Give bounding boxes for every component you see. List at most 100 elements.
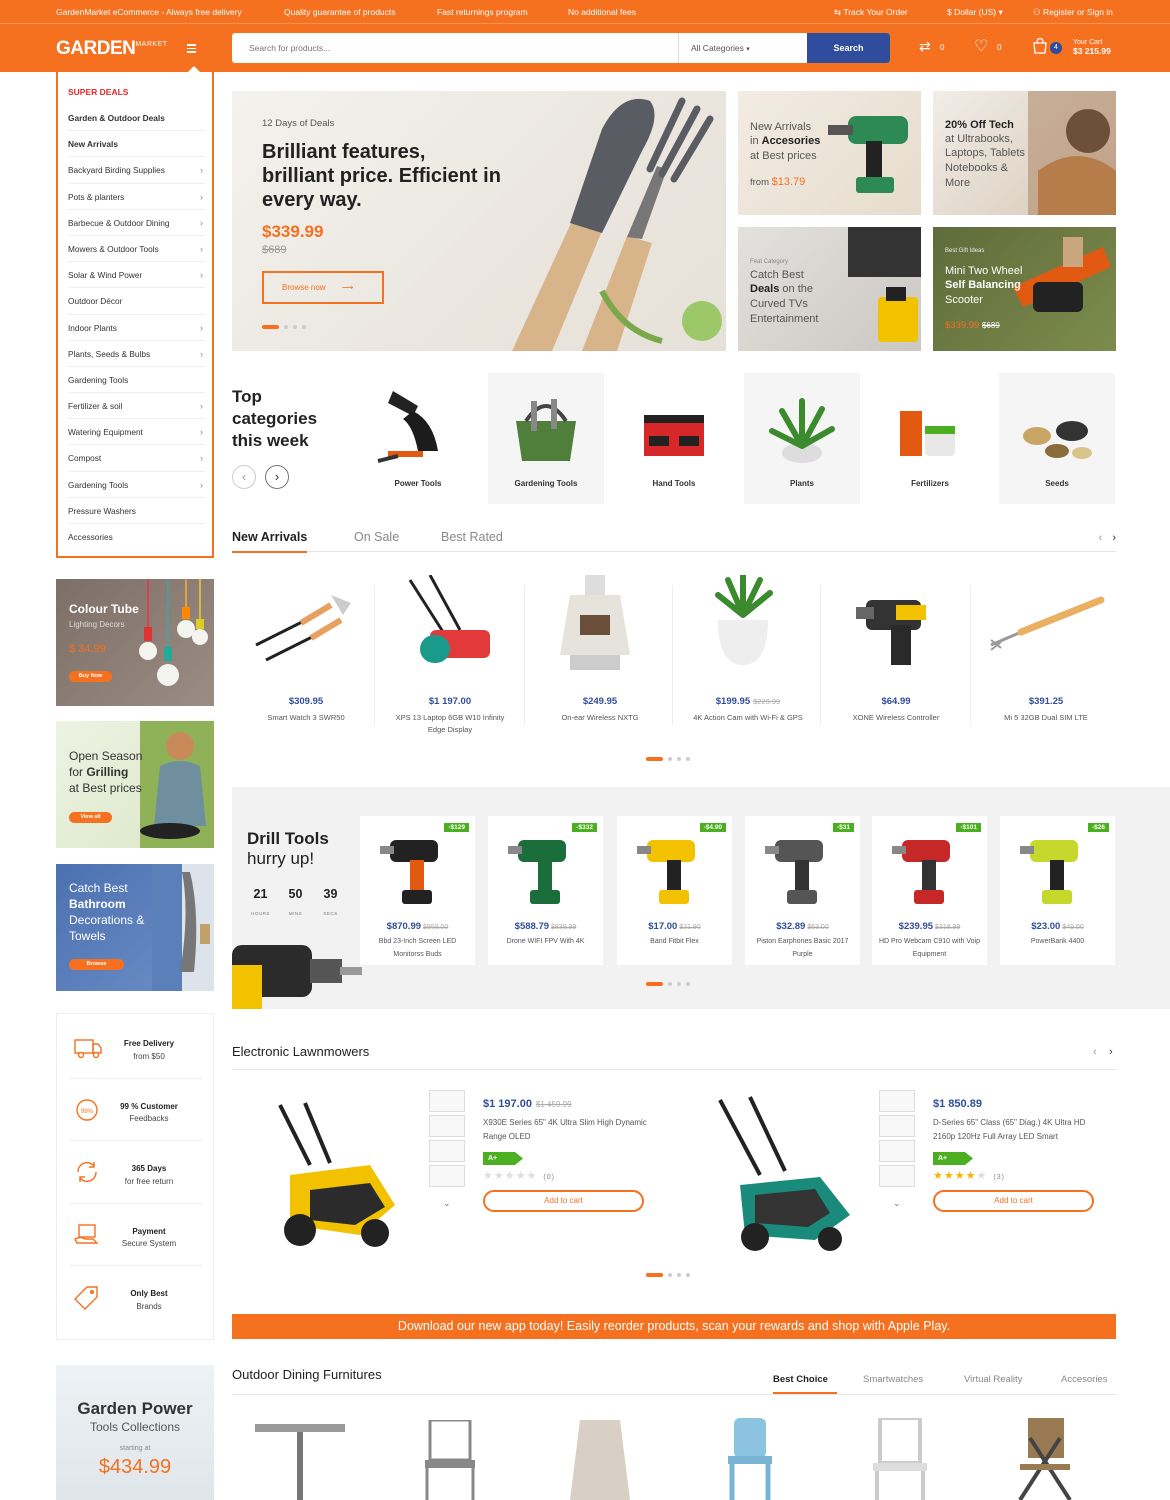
sidebar-item[interactable]: Watering Equipment › bbox=[68, 419, 205, 446]
hero-slider[interactable]: 12 Days of Deals Brilliant features, bri… bbox=[232, 91, 726, 351]
promo-scooter[interactable]: Best Gift Ideas Mini Two Wheel Self Bala… bbox=[933, 227, 1116, 351]
next-arrow-icon[interactable]: › bbox=[1109, 1046, 1113, 1058]
deal-card[interactable]: -$31 $32.89 $63.00 Piston Earphones Basic 2… bbox=[745, 816, 860, 965]
logo[interactable]: GARDENMARKET bbox=[56, 38, 168, 60]
product-card[interactable]: $64.99 XONE Wireless Controller bbox=[822, 575, 970, 745]
sidebar-item[interactable]: Pressure Washers bbox=[68, 498, 205, 524]
menu-toggle-icon[interactable] bbox=[187, 44, 196, 55]
mower-thumbnails[interactable] bbox=[879, 1090, 915, 1190]
category-card[interactable]: Seeds bbox=[999, 373, 1115, 504]
search-input[interactable] bbox=[232, 33, 677, 63]
hero-pager[interactable] bbox=[262, 325, 306, 329]
white-chair-image[interactable] bbox=[865, 1418, 935, 1500]
app-download-banner[interactable]: Download our new app today! Easily reord… bbox=[232, 1314, 1116, 1339]
table-image[interactable] bbox=[255, 1420, 350, 1500]
mower-thumbnails[interactable] bbox=[429, 1090, 465, 1190]
tab-best-choice[interactable]: Best Choice bbox=[773, 1374, 828, 1385]
category-card[interactable]: Plants bbox=[744, 373, 860, 504]
tab-best-rated[interactable]: Best Rated bbox=[441, 530, 503, 544]
arrivals-pager[interactable] bbox=[646, 757, 690, 761]
prev-arrow-icon[interactable]: ‹ bbox=[1099, 532, 1103, 544]
category-card[interactable]: Power Tools bbox=[360, 373, 476, 504]
stool-image[interactable] bbox=[720, 1418, 780, 1500]
tab-new-arrivals[interactable]: New Arrivals bbox=[232, 530, 308, 553]
folding-chair-image[interactable] bbox=[1010, 1418, 1080, 1500]
product-price: $588.79 $839.99 bbox=[514, 921, 577, 932]
category-card[interactable]: Fertilizers bbox=[872, 373, 988, 504]
view-all-button[interactable]: View all bbox=[69, 812, 112, 823]
prev-arrow-icon[interactable]: ‹ bbox=[232, 465, 256, 489]
chevron-down-icon[interactable]: ⌄ bbox=[893, 1198, 901, 1209]
sidebar-item[interactable]: Fertilizer & soil › bbox=[68, 393, 205, 420]
add-to-cart-button[interactable]: Add to cart bbox=[483, 1190, 644, 1212]
sidebar-item[interactable]: Gardening Tools › bbox=[68, 472, 205, 498]
banner-garden-power[interactable]: Garden Power Tools Collections starting … bbox=[56, 1365, 214, 1500]
sidebar-item[interactable]: Pots & planters › bbox=[68, 184, 205, 210]
sidebar-item[interactable]: Garden & Outdoor Deals bbox=[68, 105, 205, 132]
sidebar-item[interactable]: Indoor Plants › bbox=[68, 315, 205, 341]
compare-icon[interactable]: ⇄ bbox=[919, 38, 931, 55]
tab-accesories[interactable]: Accesories bbox=[1061, 1374, 1107, 1385]
banner-grilling[interactable]: Open Season for Grilling at Best prices … bbox=[56, 721, 214, 848]
super-deals-heading[interactable]: SUPER DEALS bbox=[68, 87, 128, 97]
promo-tech[interactable]: 20% Off Tech at Ultrabooks, Laptops, Tab… bbox=[933, 91, 1116, 215]
product-name: On-ear Wireless NXTG bbox=[561, 713, 639, 722]
sidebar-item[interactable]: Compost › bbox=[68, 445, 205, 472]
browse-button[interactable]: Browse bbox=[69, 959, 124, 970]
add-to-cart-button[interactable]: Add to cart bbox=[933, 1190, 1094, 1212]
category-card[interactable]: Gardening Tools bbox=[488, 373, 604, 504]
next-arrow-icon[interactable]: › bbox=[265, 465, 289, 489]
sidebar-item[interactable]: Plants, Seeds & Bulbs › bbox=[68, 341, 205, 367]
tab-smartwatches[interactable]: Smartwatches bbox=[863, 1374, 923, 1385]
lawnmower-pager[interactable] bbox=[646, 1273, 690, 1277]
wishlist-icon[interactable]: ♡ bbox=[974, 36, 988, 56]
category-card[interactable]: Hand Tools bbox=[616, 373, 732, 504]
deal-card[interactable]: -$26 $23.00 $49.00 PowerBank 4400 bbox=[1000, 816, 1115, 965]
sidebar-item[interactable]: Barbecue & Outdoor Dining › bbox=[68, 210, 205, 236]
deal-card[interactable]: -$4.90 $17.00 $21.90 Band Fitbit Flex bbox=[617, 816, 732, 965]
product-card[interactable]: $199.95 $229.99 4K Action Cam with Wi-Fi &… bbox=[674, 575, 822, 745]
search-button[interactable]: Search bbox=[807, 33, 890, 63]
sidebar-item[interactable]: Gardening Tools bbox=[68, 367, 205, 394]
cart-summary[interactable]: Your Cart $3 215.99 bbox=[1073, 38, 1111, 57]
product-image bbox=[990, 596, 1105, 651]
deal-card[interactable]: -$101 $239.95 $318.99 HD Pro Webcam C910 wi… bbox=[872, 816, 987, 965]
product-card[interactable]: $391.25 Mi 5 32GB Dual SIM LTE bbox=[972, 575, 1120, 745]
currency-selector[interactable]: $ Dollar (US) ▾ bbox=[947, 7, 1003, 18]
sidebar-item[interactable]: Accessories bbox=[68, 524, 205, 550]
track-order-link[interactable]: ⇆ Track Your Order bbox=[834, 7, 908, 18]
next-arrow-icon[interactable]: › bbox=[1112, 532, 1116, 544]
product-price: $249.95 bbox=[582, 696, 618, 707]
sidebar-item[interactable]: New Arrivals bbox=[68, 131, 205, 158]
account-link[interactable]: ⚇ Register or Sign in bbox=[1033, 7, 1113, 18]
buy-now-button[interactable]: Buy Now bbox=[69, 671, 112, 682]
tab-virtual-reality[interactable]: Virtual Reality bbox=[964, 1374, 1022, 1385]
product-card[interactable]: $249.95 On-ear Wireless NXTG bbox=[526, 575, 674, 745]
prev-arrow-icon[interactable]: ‹ bbox=[1093, 1046, 1097, 1058]
tab-on-sale[interactable]: On Sale bbox=[354, 530, 399, 544]
mower-yellow-image[interactable] bbox=[250, 1095, 400, 1257]
chevron-down-icon[interactable]: ⌄ bbox=[443, 1198, 451, 1209]
sidebar-item[interactable]: Backyard Birding Supplies › bbox=[68, 157, 205, 184]
chair-image[interactable] bbox=[415, 1420, 485, 1500]
banner-bathroom[interactable]: Catch Best Bathroom Decorations & Towels… bbox=[56, 864, 214, 991]
browse-now-button[interactable]: Browse now ⟶ bbox=[262, 271, 384, 304]
drill-title: Drill Tools hurry up! bbox=[247, 829, 329, 868]
sidebar-item[interactable]: Outdoor Décor bbox=[68, 288, 205, 315]
lounger-image[interactable] bbox=[560, 1420, 640, 1500]
promo-accessories[interactable]: New Arrivals in Accesories at Best price… bbox=[738, 91, 921, 215]
deal-card[interactable]: -$129 $870.99 $959.00 Bbd 23-Inch Screen LE… bbox=[360, 816, 475, 965]
category-select[interactable]: All Categories ▾ bbox=[678, 33, 806, 63]
cart-icon[interactable] bbox=[1032, 37, 1048, 56]
mower-green-image[interactable] bbox=[700, 1095, 860, 1257]
product-image bbox=[715, 575, 773, 665]
sidebar-item[interactable]: Mowers & Outdoor Tools › bbox=[68, 236, 205, 263]
sidebar-item[interactable]: Solar & Wind Power › bbox=[68, 262, 205, 289]
promo-curved-tv[interactable]: Feat Category Catch Best Deals on the Cu… bbox=[738, 227, 921, 351]
product-card[interactable]: $1 197.00 XPS 13 Laptop 6GB W10 Infinity … bbox=[376, 575, 524, 745]
drill-pager[interactable] bbox=[646, 982, 690, 986]
deal-card[interactable]: -$332 $588.79 $839.99 Drone WIFI FPV With 4… bbox=[488, 816, 603, 965]
product-card[interactable]: $309.95 Smart Watch 3 SWR50 bbox=[232, 575, 380, 745]
banner-colour-tube[interactable]: Colour Tube Lighting Decors $ 34.99 Buy … bbox=[56, 579, 214, 706]
banner-line: Open Season bbox=[69, 749, 143, 763]
